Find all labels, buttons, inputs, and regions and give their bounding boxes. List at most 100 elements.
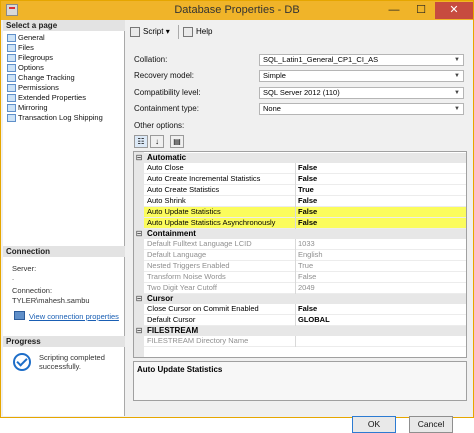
property-name: Default Language (147, 250, 207, 259)
property-value[interactable]: False (298, 163, 317, 173)
database-properties-window: Database Properties - DB — ☐ ✕ Select a … (0, 0, 474, 433)
description-panel: Auto Update Statistics (133, 361, 467, 401)
collapse-icon[interactable]: ⊟ (135, 295, 143, 303)
maximize-button[interactable]: ☐ (408, 2, 434, 19)
compatibility-level-combo[interactable]: SQL Server 2012 (110) ▼ (259, 87, 464, 99)
divider (295, 196, 296, 207)
category-cursor[interactable]: ⊟ Cursor (134, 294, 466, 304)
page-item-general[interactable]: General (7, 33, 45, 43)
recovery-model-value: Simple (263, 71, 286, 80)
ok-button[interactable]: OK (352, 416, 396, 433)
dropdown-arrow-icon: ▼ (454, 90, 460, 96)
server-label: Server: (12, 264, 37, 273)
divider (295, 174, 296, 185)
property-name: Auto Shrink (147, 196, 186, 205)
page-item-label: Extended Properties (18, 93, 86, 102)
property-value[interactable]: True (298, 261, 313, 271)
title-bar[interactable]: Database Properties - DB — ☐ ✕ (1, 1, 473, 20)
property-row-transform-noise-words[interactable]: Transform Noise Words False (144, 272, 466, 283)
categorized-view-button[interactable]: ☷ (134, 135, 148, 148)
category-containment[interactable]: ⊟ Containment (134, 229, 466, 239)
property-name: Auto Close (147, 163, 184, 172)
connection-label: Connection: (12, 286, 53, 295)
collapse-icon[interactable]: ⊟ (135, 154, 143, 162)
property-value[interactable]: English (298, 250, 323, 260)
category-automatic[interactable]: ⊟ Automatic (134, 153, 466, 163)
property-value[interactable]: False (298, 272, 316, 282)
property-value[interactable]: GLOBAL (298, 315, 330, 325)
divider (295, 185, 296, 196)
progress-status-text: Scripting completed successfully. (39, 353, 105, 371)
page-item-label: Permissions (18, 83, 59, 92)
page-icon (7, 54, 16, 62)
page-item-transaction-log-shipping[interactable]: Transaction Log Shipping (7, 113, 103, 123)
property-row-auto-create-statistics[interactable]: Auto Create Statistics True (144, 185, 466, 196)
view-connection-properties-link[interactable]: View connection properties (29, 312, 119, 321)
property-name: Auto Create Incremental Statistics (147, 174, 261, 183)
property-row-default-cursor[interactable]: Default Cursor GLOBAL (144, 315, 466, 326)
help-button[interactable]: Help (182, 25, 212, 39)
page-item-change-tracking[interactable]: Change Tracking (7, 73, 75, 83)
page-icon (7, 64, 16, 72)
page-item-permissions[interactable]: Permissions (7, 83, 59, 93)
script-button[interactable]: Script ▾ (129, 25, 170, 39)
toolbar-separator (178, 25, 179, 39)
minimize-button[interactable]: — (381, 2, 407, 19)
alphabetical-sort-button[interactable]: ↓ (150, 135, 164, 148)
property-value[interactable]: True (298, 185, 314, 195)
page-item-files[interactable]: Files (7, 43, 34, 53)
page-icon (7, 44, 16, 52)
property-row-auto-update-statistics-async[interactable]: Auto Update Statistics Asynchronously Fa… (144, 218, 466, 229)
property-row-nested-triggers-enabled[interactable]: Nested Triggers Enabled True (144, 261, 466, 272)
page-icon (7, 34, 16, 42)
property-row-auto-create-incremental-statistics[interactable]: Auto Create Incremental Statistics False (144, 174, 466, 185)
property-value[interactable]: 1033 (298, 239, 315, 249)
property-value[interactable]: False (298, 196, 317, 206)
divider (295, 207, 296, 218)
property-row-default-fulltext-language-lcid[interactable]: Default Fulltext Language LCID 1033 (144, 239, 466, 250)
compatibility-level-label: Compatibility level: (134, 88, 201, 97)
description-title: Auto Update Statistics (137, 365, 223, 374)
page-item-options[interactable]: Options (7, 63, 44, 73)
property-row-two-digit-year-cutoff[interactable]: Two Digit Year Cutoff 2049 (144, 283, 466, 294)
collation-label: Collation: (134, 55, 168, 64)
options-property-grid[interactable]: ⊟ Automatic Auto Close False Auto Create… (133, 151, 467, 358)
property-row-auto-update-statistics[interactable]: Auto Update Statistics False (144, 207, 466, 218)
collapse-icon[interactable]: ⊟ (135, 230, 143, 238)
property-value[interactable]: False (298, 207, 317, 217)
script-icon (130, 27, 140, 37)
collation-combo[interactable]: SQL_Latin1_General_CP1_CI_AS ▼ (259, 54, 464, 66)
property-row-auto-shrink[interactable]: Auto Shrink False (144, 196, 466, 207)
property-row-default-language[interactable]: Default Language English (144, 250, 466, 261)
property-name: Auto Create Statistics (147, 185, 220, 194)
containment-type-combo[interactable]: None ▼ (259, 103, 464, 115)
property-row-auto-close[interactable]: Auto Close False (144, 163, 466, 174)
divider (295, 261, 296, 272)
containment-type-label: Containment type: (134, 104, 199, 113)
property-value[interactable]: False (298, 304, 317, 314)
page-item-extended-properties[interactable]: Extended Properties (7, 93, 86, 103)
connection-value: TYLER\mahesh.sambu (12, 296, 90, 305)
page-item-label: Filegroups (18, 53, 54, 62)
close-button[interactable]: ✕ (435, 2, 473, 19)
page-item-label: General (18, 33, 45, 42)
divider (295, 239, 296, 250)
page-item-label: Files (18, 43, 34, 52)
category-filestream[interactable]: ⊟ FILESTREAM (134, 326, 466, 336)
property-row-close-cursor-on-commit[interactable]: Close Cursor on Commit Enabled False (144, 304, 466, 315)
select-page-header: Select a page (3, 20, 125, 31)
cancel-button[interactable]: Cancel (409, 416, 453, 433)
property-value[interactable]: False (298, 174, 317, 184)
page-item-mirroring[interactable]: Mirroring (7, 103, 48, 113)
page-icon (7, 94, 16, 102)
property-row-filestream-directory-name[interactable]: FILESTREAM Directory Name (144, 336, 466, 347)
connection-header: Connection (3, 246, 125, 257)
property-value[interactable]: False (298, 218, 317, 228)
property-name: Auto Update Statistics (147, 207, 221, 216)
server-value: . (12, 273, 15, 282)
recovery-model-combo[interactable]: Simple ▼ (259, 70, 464, 82)
collapse-icon[interactable]: ⊟ (135, 327, 143, 335)
page-item-filegroups[interactable]: Filegroups (7, 53, 53, 63)
property-pages-button[interactable]: ▤ (170, 135, 184, 148)
property-value[interactable]: 2049 (298, 283, 315, 293)
